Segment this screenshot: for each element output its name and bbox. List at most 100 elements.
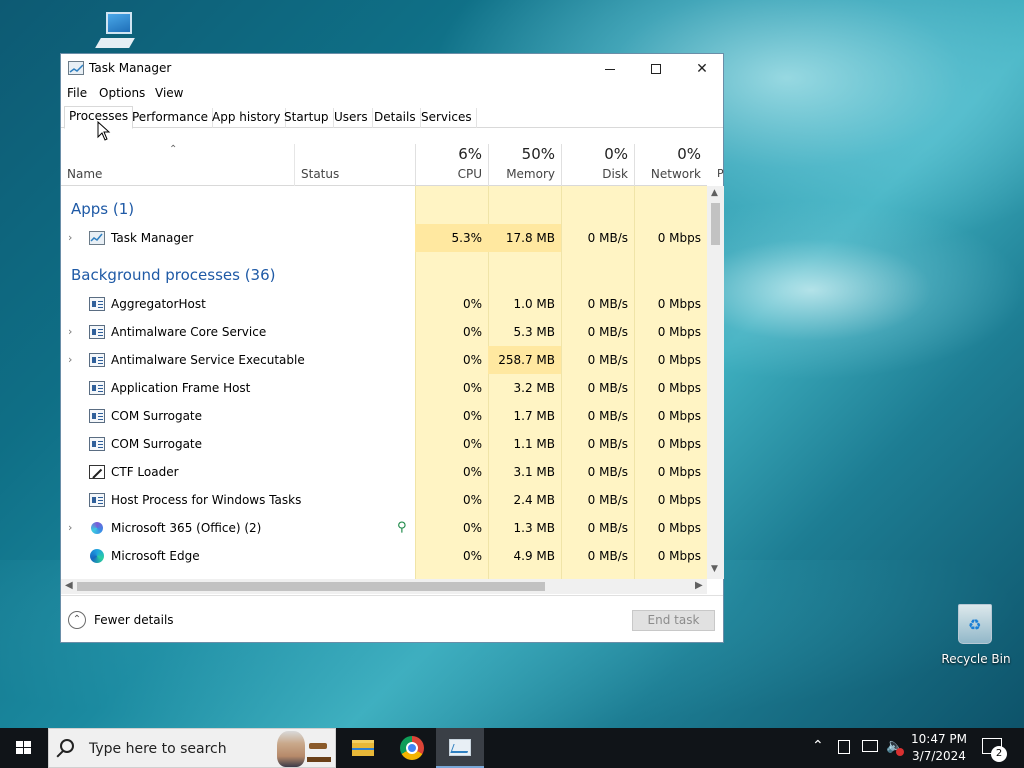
process-network: 0 Mbps [657,521,701,535]
table-row[interactable]: › Microsoft 365 (Office) (2) ⚲ 0% 1.3 MB… [61,514,707,542]
process-network: 0 Mbps [657,493,701,507]
process-network: 0 Mbps [657,465,701,479]
group-header-apps: Apps (1) [61,194,707,222]
system-process-icon [89,325,105,339]
tab-app-history[interactable]: App history [208,108,286,128]
search-icon [60,739,74,753]
tab-strip: Processes Performance App history Startu… [61,106,723,129]
scroll-right-icon[interactable]: ▶ [695,580,703,591]
process-cpu: 0% [462,493,482,507]
ctf-loader-icon [89,465,105,479]
system-process-icon [89,409,105,423]
recycle-bin-label: Recycle Bin [941,652,1011,666]
table-row[interactable]: Microsoft Edge 0% 4.9 MB 0 MB/s 0 Mbps [61,542,707,570]
expand-chevron-icon[interactable]: › [68,231,72,244]
chevron-up-icon[interactable]: ⌃ [68,611,86,629]
column-network[interactable]: 0% Network [634,144,707,186]
vertical-scrollbar[interactable]: ▲ ▼ [707,186,724,579]
process-name: Microsoft 365 (Office) (2) [111,521,262,535]
task-manager-window: Task Manager ✕ File Options View Process… [60,53,724,643]
table-row[interactable]: › Antimalware Service Executable 0% 258.… [61,346,707,374]
cpu-label: CPU [457,167,482,181]
tab-performance[interactable]: Performance [128,108,214,128]
search-placeholder: Type here to search [89,741,227,757]
menu-options[interactable]: Options [99,86,145,100]
system-process-icon [89,381,105,395]
process-name: AggregatorHost [111,297,206,311]
chrome-icon [400,736,424,760]
system-process-icon [89,297,105,311]
group-label-background: Background processes (36) [71,266,276,284]
process-memory: 258.7 MB [498,353,555,367]
table-row[interactable]: COM Surrogate 0% 1.1 MB 0 MB/s 0 Mbps [61,430,707,458]
show-hidden-icons-chevron-icon[interactable]: ⌃ [812,738,824,768]
table-row[interactable]: COM Surrogate 0% 1.7 MB 0 MB/s 0 Mbps [61,402,707,430]
windows-logo-icon [16,741,32,755]
table-row[interactable]: › Task Manager 5.3% 17.8 MB 0 MB/s 0 Mbp… [61,224,707,252]
tab-users[interactable]: Users [330,108,373,128]
table-row[interactable]: Application Frame Host 0% 3.2 MB 0 MB/s … [61,374,707,402]
column-power-truncated[interactable]: P [717,167,724,180]
process-memory: 17.8 MB [505,231,555,245]
process-memory: 3.1 MB [513,465,555,479]
process-disk: 0 MB/s [587,465,628,479]
recycle-bin-desktop-icon[interactable]: ♻ Recycle Bin [936,600,1016,672]
clock-time: 10:47 PM [911,732,967,746]
column-cpu[interactable]: 6% CPU [415,144,488,186]
minimize-icon [605,68,615,70]
this-pc-desktop-icon[interactable] [92,8,142,54]
efficiency-mode-leaf-icon: ⚲ [397,520,407,535]
menu-view[interactable]: View [155,86,183,100]
table-row[interactable]: › Antimalware Core Service 0% 5.3 MB 0 M… [61,318,707,346]
horizontal-scroll-thumb[interactable] [77,582,545,591]
column-memory[interactable]: 50% Memory [488,144,561,186]
scroll-left-icon[interactable]: ◀ [65,580,73,591]
vertical-scroll-thumb[interactable] [711,203,720,245]
process-name: Microsoft Edge [111,549,200,563]
table-row[interactable]: Host Process for Windows Tasks 0% 2.4 MB… [61,486,707,514]
process-network: 0 Mbps [657,231,701,245]
close-button[interactable]: ✕ [679,54,725,84]
task-manager-icon [449,739,471,756]
network-icon[interactable] [862,740,878,752]
recycle-bin-icon: ♻ [958,604,992,644]
process-cpu: 0% [462,325,482,339]
taskbar-file-explorer[interactable] [338,728,386,768]
mouse-cursor-icon [97,121,111,141]
expand-chevron-icon[interactable]: › [68,521,72,534]
disk-total: 0% [604,145,628,163]
group-label-apps: Apps (1) [71,200,135,218]
clock[interactable]: 10:47 PM 3/7/2024 [904,731,974,765]
cpu-total: 6% [458,145,482,163]
fewer-details-link[interactable]: Fewer details [94,613,174,627]
maximize-button[interactable] [633,54,679,84]
process-network: 0 Mbps [657,297,701,311]
horizontal-scrollbar[interactable]: ◀ ▶ [61,579,707,594]
process-name: Antimalware Core Service [111,325,267,339]
process-disk: 0 MB/s [587,353,628,367]
process-cpu: 0% [462,437,482,451]
scroll-down-icon[interactable]: ▼ [711,564,718,574]
scroll-up-icon[interactable]: ▲ [711,188,718,198]
tab-details[interactable]: Details [370,108,421,128]
table-row[interactable]: CTF Loader 0% 3.1 MB 0 MB/s 0 Mbps [61,458,707,486]
expand-chevron-icon[interactable]: › [68,325,72,338]
device-icon[interactable] [838,740,850,754]
column-disk[interactable]: 0% Disk [561,144,634,186]
title-bar[interactable]: Task Manager ✕ [61,54,723,84]
tab-services[interactable]: Services [417,108,477,128]
end-task-button[interactable]: End task [632,610,715,631]
column-status[interactable]: Status [301,167,339,181]
menu-file[interactable]: File [67,86,87,100]
table-row[interactable]: AggregatorHost 0% 1.0 MB 0 MB/s 0 Mbps [61,290,707,318]
process-cpu: 0% [462,549,482,563]
mute-indicator-icon [896,748,904,756]
start-button[interactable] [0,728,48,768]
tab-startup[interactable]: Startup [280,108,334,128]
minimize-button[interactable] [587,54,633,84]
taskbar-chrome[interactable] [388,728,436,768]
expand-chevron-icon[interactable]: › [68,353,72,366]
column-name[interactable]: Name [67,167,102,181]
taskbar-task-manager[interactable] [436,728,484,768]
search-box[interactable]: Type here to search [48,728,336,768]
